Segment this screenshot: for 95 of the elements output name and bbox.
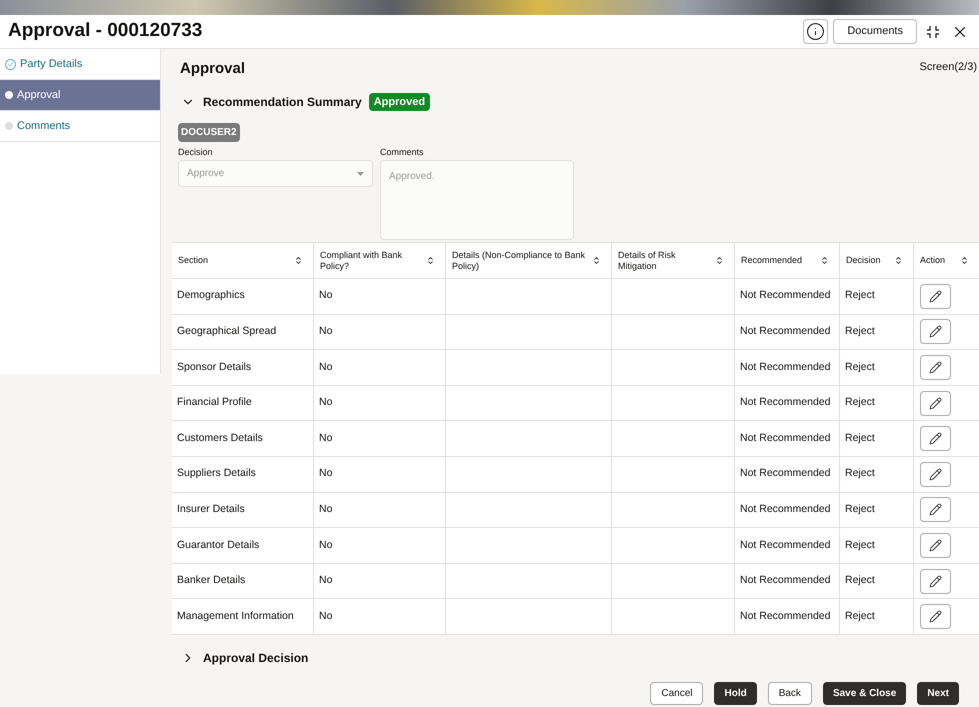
pencil-icon [929, 503, 942, 516]
info-icon [806, 22, 826, 41]
pencil-icon [929, 325, 942, 338]
edit-button[interactable] [920, 604, 951, 630]
collapse-icon [925, 24, 941, 38]
table-cell: No [314, 528, 446, 563]
table-cell: Not Recommended [735, 350, 840, 385]
table-cell: No [314, 350, 446, 385]
window-title: Approval - 000120733 [8, 19, 202, 44]
table-cell: No [314, 492, 446, 528]
footer-button[interactable]: Hold [714, 682, 757, 705]
sort-icon [715, 256, 724, 265]
section-toggle[interactable]: Recommendation Summary [181, 92, 362, 111]
table-cell: No [314, 456, 446, 492]
table-cell: Insurer Details [172, 492, 314, 528]
documents-button[interactable]: Documents [833, 19, 917, 44]
table-cell: Customers Details [172, 421, 314, 456]
status-badge: Approved [368, 92, 430, 111]
table-cell: Not Recommended [735, 599, 840, 634]
field-label: Comments [380, 146, 425, 159]
table-cell: Demographics [172, 279, 314, 314]
table-cell: No [314, 599, 446, 634]
edit-button[interactable] [920, 284, 951, 309]
table-cell: Reject [840, 528, 914, 563]
table-cell: Reject [840, 350, 914, 385]
table-cell: No [314, 564, 446, 598]
user-tag: DOCUSER2 [178, 123, 240, 142]
pencil-icon [929, 290, 942, 303]
table-cell: Reject [840, 599, 914, 634]
table-cell: Reject [840, 386, 914, 420]
table-cell: Not Recommended [735, 456, 840, 492]
edit-button[interactable] [920, 568, 951, 594]
table-cell: No [314, 421, 446, 456]
field-label: Decision [178, 146, 214, 159]
table-cell: Not Recommended [735, 492, 840, 528]
sort-icon [960, 256, 969, 265]
edit-button[interactable] [920, 426, 951, 452]
table-cell: Sponsor Details [172, 350, 314, 385]
edit-button[interactable] [920, 532, 951, 558]
edit-button[interactable] [920, 497, 951, 522]
pencil-icon [929, 610, 942, 624]
pencil-icon [929, 538, 942, 552]
footer-button[interactable]: Save & Close [822, 682, 906, 705]
column-header[interactable]: Action [914, 243, 979, 278]
table-cell: Not Recommended [735, 421, 840, 456]
table-cell: Suppliers Details [172, 456, 314, 492]
table-cell: Reject [840, 456, 914, 492]
info-button[interactable] [803, 19, 828, 44]
sort-icon [426, 256, 435, 265]
table-cell: No [314, 279, 446, 314]
column-header[interactable]: Recommended [735, 243, 840, 278]
table-cell: Financial Profile [172, 386, 314, 420]
table-cell: Not Recommended [735, 279, 840, 314]
pencil-icon [929, 432, 942, 446]
column-header[interactable]: Decision [840, 243, 914, 278]
table-cell: Geographical Spread [172, 314, 314, 350]
table-cell: Management Information [172, 599, 314, 634]
edit-button[interactable] [920, 390, 951, 416]
step-item[interactable]: Approval [0, 80, 160, 111]
column-header[interactable]: Compliant with Bank Policy? [314, 243, 446, 278]
step-item[interactable]: Comments [0, 111, 160, 142]
pencil-icon [929, 360, 942, 374]
edit-button[interactable] [920, 354, 951, 380]
pencil-icon [929, 468, 942, 481]
table-cell: Reject [840, 564, 914, 598]
table-cell: No [314, 386, 446, 420]
edit-button[interactable] [920, 462, 951, 487]
table-cell: Not Recommended [735, 386, 840, 420]
pencil-icon [929, 574, 942, 588]
section-toggle[interactable]: Approval Decision [181, 648, 308, 667]
table-cell: Not Recommended [735, 314, 840, 350]
table-cell: Reject [840, 279, 914, 314]
footer-button[interactable]: Cancel [650, 682, 704, 705]
table-cell: Not Recommended [735, 564, 840, 598]
table-cell: Reject [840, 492, 914, 528]
table-cell: Reject [840, 421, 914, 456]
column-header[interactable]: Section [172, 243, 314, 278]
footer-button[interactable]: Next [917, 682, 959, 705]
edit-button[interactable] [920, 319, 951, 344]
page-heading: Approval [180, 59, 246, 79]
column-header[interactable]: Details of Risk Mitigation [612, 243, 735, 278]
caret-icon [357, 172, 364, 176]
table-cell: Not Recommended [735, 528, 840, 563]
table-cell: Banker Details [172, 564, 314, 598]
pencil-icon [929, 396, 942, 410]
table-cell: Guarantor Details [172, 528, 314, 563]
sort-icon [820, 256, 829, 265]
table-cell: No [314, 314, 446, 350]
screen-indicator: Screen(2/3) [920, 60, 977, 75]
sort-icon [294, 256, 303, 265]
sort-icon [592, 256, 601, 265]
sort-icon [894, 256, 903, 265]
table-cell: Reject [840, 314, 914, 350]
footer-button[interactable]: Back [768, 682, 812, 705]
column-header[interactable]: Details (Non-Compliance to Bank Policy) [446, 243, 612, 278]
